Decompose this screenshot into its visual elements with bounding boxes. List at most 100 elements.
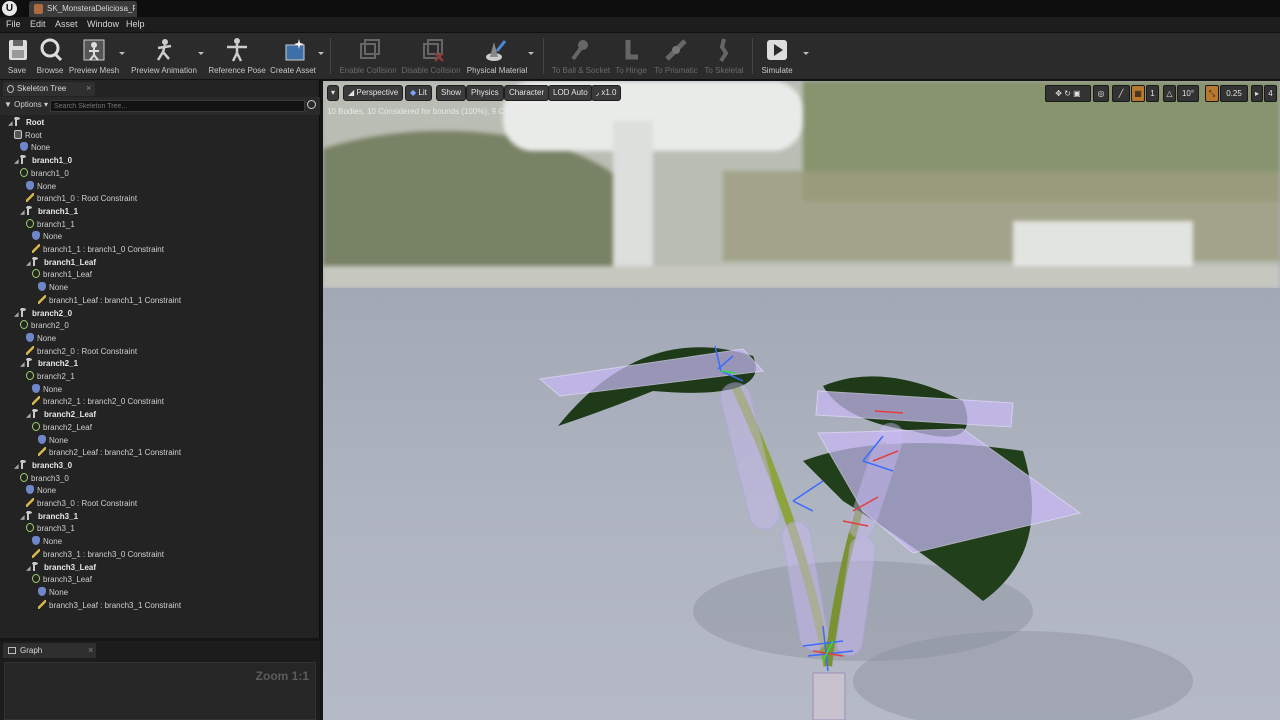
transform-mode-buttons[interactable]: ✥ ↻ ▣ bbox=[1045, 85, 1091, 102]
tree-row[interactable]: branch1_1 bbox=[26, 218, 75, 231]
tree-row[interactable]: branch3_Leaf : branch3_1 Constraint bbox=[38, 599, 181, 612]
menu-help[interactable]: Help bbox=[126, 19, 145, 29]
enable-collision-button[interactable]: Enable Collision bbox=[338, 33, 400, 79]
scale-snap-toggle-icon[interactable]: ⤡ bbox=[1205, 85, 1219, 102]
save-button[interactable]: Save bbox=[0, 33, 34, 79]
tree-row[interactable]: None bbox=[26, 332, 56, 345]
tree-row[interactable]: ◢ Root bbox=[8, 117, 44, 129]
graph-canvas[interactable]: Zoom 1:1 bbox=[4, 662, 316, 720]
playback-speed-button[interactable]: ◞ x1.0 bbox=[591, 85, 622, 101]
character-button[interactable]: Character bbox=[504, 85, 550, 101]
tree-row[interactable]: branch1_1 : branch1_0 Constraint bbox=[32, 244, 164, 256]
to-hinge-button[interactable]: To Hinge bbox=[612, 33, 650, 79]
to-ball-socket-button[interactable]: To Ball & Socket bbox=[550, 33, 612, 79]
menu-asset[interactable]: Asset bbox=[55, 19, 78, 29]
browse-button[interactable]: Browse bbox=[34, 33, 68, 79]
graph-tab[interactable]: Graph × bbox=[3, 643, 96, 658]
tree-row[interactable]: None bbox=[26, 485, 56, 497]
tree-row[interactable]: branch3_0 : Root Constraint bbox=[26, 498, 137, 510]
perspective-button[interactable]: ◢ Perspective bbox=[343, 85, 404, 101]
tree-row[interactable]: None bbox=[38, 586, 68, 599]
physics-button[interactable]: Physics bbox=[466, 85, 504, 101]
chevron-down-icon[interactable] bbox=[119, 52, 125, 55]
disable-collision-button[interactable]: Disable Collision bbox=[401, 33, 462, 79]
menu-edit[interactable]: Edit bbox=[30, 19, 46, 29]
camera-speed-icon[interactable]: ▸ bbox=[1251, 85, 1263, 102]
scale-snap-value[interactable]: 0.25 bbox=[1220, 85, 1248, 102]
viewport-options-button[interactable]: ▾ bbox=[327, 85, 339, 101]
simulate-button[interactable]: Simulate bbox=[758, 33, 810, 79]
tree-row[interactable]: branch1_0 : Root Constraint bbox=[26, 193, 137, 205]
tree-row[interactable]: branch2_0 bbox=[20, 320, 69, 332]
expand-arrow-icon[interactable]: ◢ bbox=[14, 158, 20, 165]
rotation-snap-value[interactable]: 10° bbox=[1177, 85, 1199, 102]
options-dropdown[interactable]: ▼ Options ▾ bbox=[4, 100, 48, 109]
document-tab[interactable]: SK_MonsteraDeliciosa_Ph bbox=[29, 1, 137, 17]
chevron-down-icon[interactable] bbox=[528, 52, 534, 55]
show-button[interactable]: Show bbox=[436, 85, 467, 101]
tree-row[interactable]: None bbox=[32, 231, 62, 243]
search-input[interactable] bbox=[50, 100, 305, 112]
expand-arrow-icon[interactable]: ◢ bbox=[14, 463, 20, 470]
tree-row[interactable]: ◢ branch3_Leaf bbox=[26, 561, 96, 574]
tree-row[interactable]: branch2_0 : Root Constraint bbox=[26, 345, 137, 358]
tree-row[interactable]: branch2_Leaf bbox=[32, 421, 92, 434]
surface-snap-icon[interactable]: ╱ bbox=[1112, 85, 1130, 102]
lit-button[interactable]: ◆ Lit bbox=[405, 85, 432, 101]
chevron-down-icon[interactable] bbox=[803, 52, 809, 55]
tree-row[interactable]: ◢ branch1_0 bbox=[14, 155, 72, 167]
close-icon[interactable]: × bbox=[88, 645, 93, 655]
lod-button[interactable]: LOD Auto bbox=[548, 85, 593, 101]
grid-snap-toggle-icon[interactable]: ▦ bbox=[1131, 85, 1145, 102]
tree-row[interactable]: ◢ branch1_1 bbox=[20, 205, 78, 218]
chevron-down-icon[interactable] bbox=[318, 52, 324, 55]
tree-row[interactable]: ◢ branch3_0 bbox=[14, 459, 72, 472]
expand-arrow-icon[interactable]: ◢ bbox=[26, 565, 32, 572]
tree-row[interactable]: None bbox=[20, 142, 50, 154]
tree-row[interactable]: branch2_Leaf : branch2_1 Constraint bbox=[38, 447, 181, 459]
tree-row[interactable]: ◢ branch3_1 bbox=[20, 510, 78, 523]
tree-row[interactable]: branch3_0 bbox=[20, 472, 69, 485]
menu-file[interactable]: File bbox=[6, 19, 21, 29]
close-icon[interactable]: × bbox=[86, 83, 91, 93]
tree-row[interactable]: ◢ branch2_Leaf bbox=[26, 409, 96, 421]
tree-row[interactable]: None bbox=[32, 383, 62, 396]
tree-row[interactable]: branch1_Leaf bbox=[32, 269, 92, 281]
search-icon[interactable] bbox=[307, 100, 316, 109]
tree-row[interactable]: branch3_1 bbox=[26, 523, 75, 535]
reference-pose-button[interactable]: Reference Pose bbox=[208, 33, 268, 79]
camera-speed-value[interactable]: 4 bbox=[1264, 85, 1277, 102]
tree-row[interactable]: None bbox=[38, 434, 68, 447]
expand-arrow-icon[interactable]: ◢ bbox=[20, 361, 26, 368]
rotation-snap-toggle-icon[interactable]: △ bbox=[1163, 85, 1176, 102]
expand-arrow-icon[interactable]: ◢ bbox=[26, 260, 32, 267]
skeleton-tree-tab[interactable]: Skeleton Tree × bbox=[3, 82, 95, 96]
tree-row[interactable]: branch1_Leaf : branch1_1 Constraint bbox=[38, 294, 181, 307]
to-skeletal-button[interactable]: To Skeletal bbox=[702, 33, 746, 79]
expand-arrow-icon[interactable]: ◢ bbox=[8, 120, 14, 127]
tree-row[interactable]: Root bbox=[14, 129, 42, 142]
preview-animation-button[interactable]: Preview Animation bbox=[128, 33, 204, 79]
tree-row[interactable]: ◢ branch1_Leaf bbox=[26, 256, 96, 269]
tree-row[interactable]: branch1_0 bbox=[20, 167, 69, 180]
unreal-logo-icon[interactable]: U bbox=[2, 1, 17, 16]
to-prismatic-button[interactable]: To Prismatic bbox=[652, 33, 700, 79]
tree-row[interactable]: ◢ branch2_0 bbox=[14, 307, 72, 320]
grid-snap-value[interactable]: 1 bbox=[1146, 85, 1159, 102]
tree-row[interactable]: branch2_1 bbox=[26, 371, 75, 383]
tree-row[interactable]: None bbox=[38, 282, 68, 294]
physics-asset-preview[interactable] bbox=[323, 81, 1280, 720]
tree-row[interactable]: branch3_Leaf bbox=[32, 574, 92, 586]
physical-material-button[interactable]: Physical Material bbox=[465, 33, 535, 79]
preview-mesh-button[interactable]: Preview Mesh bbox=[68, 33, 125, 79]
world-space-icon[interactable]: ◎ bbox=[1093, 85, 1109, 102]
tree-row[interactable]: None bbox=[26, 180, 56, 193]
tree-row[interactable]: branch3_1 : branch3_0 Constraint bbox=[32, 548, 164, 561]
chevron-down-icon[interactable] bbox=[198, 52, 204, 55]
tree-row[interactable]: ◢ branch2_1 bbox=[20, 358, 78, 370]
viewport[interactable]: ▾ ◢ Perspective ◆ Lit Show Physics Chara… bbox=[323, 81, 1280, 720]
tree-row[interactable]: branch2_1 : branch2_0 Constraint bbox=[32, 396, 164, 408]
tree-row[interactable]: None bbox=[32, 536, 62, 548]
expand-arrow-icon[interactable]: ◢ bbox=[20, 209, 26, 216]
create-asset-button[interactable]: Create Asset bbox=[268, 33, 326, 79]
